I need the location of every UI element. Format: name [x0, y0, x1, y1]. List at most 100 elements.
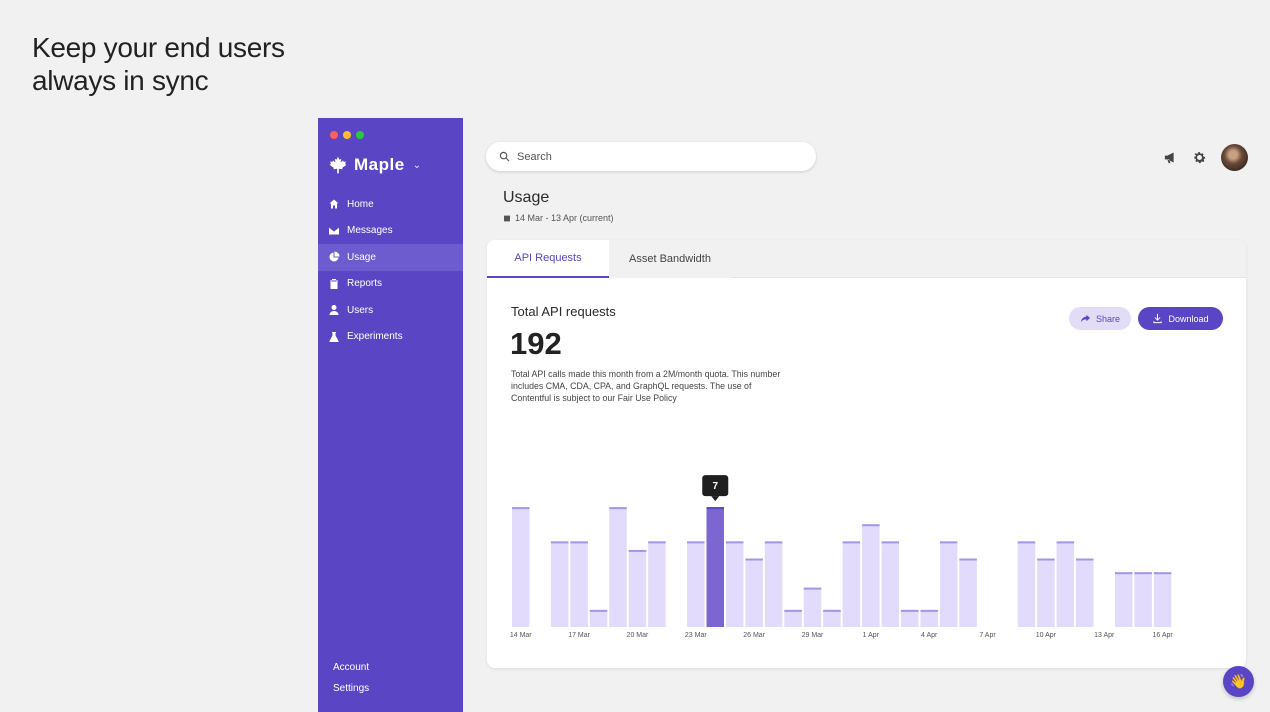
chart-bar[interactable]	[1017, 541, 1036, 627]
help-chat-button[interactable]: 👋	[1223, 666, 1254, 697]
sidebar-item-home[interactable]: Home	[318, 191, 463, 218]
chart-bar-cap	[609, 507, 627, 510]
chart-bar-cap	[1056, 541, 1075, 544]
chart-bar[interactable]	[881, 541, 900, 627]
chart-bar-cap	[862, 524, 880, 527]
sidebar-item-usage[interactable]: Usage	[318, 244, 463, 271]
chart-bar[interactable]	[687, 541, 705, 627]
sidebar-footer: Account Settings	[333, 661, 369, 703]
sidebar: Maple ⌄ Home Messages Usage Reports User…	[318, 118, 463, 712]
chart-bar-cap	[842, 541, 861, 544]
avatar[interactable]	[1221, 144, 1248, 171]
minimize-window-button[interactable]	[343, 131, 351, 139]
header-actions	[1163, 144, 1248, 171]
x-tick-label: 23 Mar	[685, 632, 707, 639]
sidebar-item-users[interactable]: Users	[318, 297, 463, 324]
x-tick-label: 29 Mar	[802, 632, 824, 639]
chart-bar-cap	[589, 609, 608, 612]
chart-bar[interactable]	[1056, 541, 1075, 627]
chart-bar-cap	[1076, 558, 1094, 561]
tooltip-pointer	[711, 496, 720, 502]
chart-bar-cap	[959, 558, 977, 561]
download-button[interactable]: Download	[1138, 307, 1223, 330]
chart-bar[interactable]	[1076, 558, 1094, 628]
chart-tooltip: 7	[702, 475, 729, 502]
chart-bar[interactable]	[609, 507, 627, 627]
settings-link[interactable]: Settings	[333, 682, 369, 703]
chart-bar[interactable]	[764, 541, 783, 627]
metric-label: Total API requests	[511, 304, 616, 319]
chart-bar-cap	[550, 541, 569, 544]
x-tick-label: 10 Apr	[1036, 632, 1057, 639]
chart-bar[interactable]	[725, 541, 744, 627]
sidebar-item-experiments[interactable]: Experiments	[318, 324, 463, 351]
metric-description: Total API calls made this month from a 2…	[511, 369, 781, 403]
chart-bar[interactable]	[589, 609, 608, 627]
maximize-window-button[interactable]	[356, 131, 364, 139]
share-arrow-icon	[1080, 314, 1091, 323]
search-input[interactable]	[517, 150, 797, 163]
chart-bar[interactable]	[823, 609, 841, 627]
x-tick-label: 4 Apr	[921, 632, 938, 639]
chart-bar[interactable]	[570, 541, 588, 627]
sidebar-item-messages[interactable]: Messages	[318, 218, 463, 245]
sidebar-nav: Home Messages Usage Reports Users Experi…	[318, 191, 463, 350]
envelope-icon	[329, 227, 339, 235]
chart-bar-cap	[570, 541, 588, 544]
chart-bar[interactable]	[1114, 572, 1133, 627]
chart-bar-cap	[1017, 541, 1036, 544]
chart-bar[interactable]	[550, 541, 569, 627]
chart-bar[interactable]	[920, 609, 938, 627]
chart-bar[interactable]	[1037, 558, 1055, 628]
x-tick-label: 16 Apr	[1152, 632, 1173, 639]
chart-bar-cap	[745, 558, 763, 561]
tabs-spacer	[731, 240, 1246, 278]
api-requests-bar-chart: 14 Mar 17 Mar 20 Mar 23 Mar 26 Mar 29 Mar 1 Ap…	[510, 475, 1173, 639]
chart-bar[interactable]	[784, 609, 802, 627]
chart-bar-cap	[628, 549, 647, 552]
search-bar[interactable]	[486, 142, 816, 171]
usage-tabs: API Requests Asset Bandwidth	[487, 240, 1246, 278]
gear-icon[interactable]	[1192, 150, 1207, 165]
chart-bar[interactable]	[862, 524, 880, 627]
chart-bar[interactable]	[648, 541, 666, 627]
calendar-icon	[504, 215, 510, 222]
hero-line-2: always in sync	[32, 65, 209, 96]
x-tick-label: 17 Mar	[568, 632, 590, 639]
x-tick-label: 1 Apr	[863, 632, 880, 639]
chart-bar-cap	[881, 541, 900, 544]
sidebar-item-label: Experiments	[347, 331, 403, 343]
user-icon	[329, 305, 339, 316]
chart-bar-cap	[706, 507, 724, 510]
clipboard-icon	[330, 278, 338, 289]
chart-bar-cap	[764, 541, 783, 544]
close-window-button[interactable]	[330, 131, 338, 139]
chart-bar[interactable]	[1134, 572, 1152, 627]
x-tick-label: 26 Mar	[743, 632, 765, 639]
sidebar-item-label: Reports	[347, 278, 383, 290]
megaphone-icon[interactable]	[1163, 150, 1178, 165]
search-icon	[499, 151, 510, 162]
tab-asset-bandwidth[interactable]: Asset Bandwidth	[609, 240, 731, 278]
sidebar-item-label: Messages	[347, 225, 393, 237]
chart-bar[interactable]	[901, 609, 919, 627]
chart-bar[interactable]	[842, 541, 861, 627]
chart-bar[interactable]	[628, 549, 647, 627]
chart-bar[interactable]	[959, 558, 977, 628]
usage-card: API Requests Asset Bandwidth Total API r…	[487, 240, 1246, 668]
share-button[interactable]: Share	[1069, 307, 1131, 330]
chart-bar[interactable]	[745, 558, 763, 628]
chart-bar[interactable]	[1153, 572, 1172, 627]
chart-bar-cap	[939, 541, 958, 544]
account-link[interactable]: Account	[333, 661, 369, 682]
chart-bar[interactable]	[706, 507, 725, 627]
chart-bar-cap	[1114, 572, 1133, 575]
chart-bar[interactable]	[512, 507, 530, 627]
date-range-label: 14 Mar - 13 Apr (current)	[515, 213, 614, 223]
tab-api-requests[interactable]: API Requests	[487, 240, 609, 278]
chart-bar[interactable]	[803, 587, 822, 627]
chart-bar[interactable]	[939, 541, 958, 627]
sidebar-item-reports[interactable]: Reports	[318, 271, 463, 298]
workspace-switcher[interactable]: Maple ⌄	[328, 155, 422, 175]
sidebar-item-label: Usage	[347, 251, 376, 263]
